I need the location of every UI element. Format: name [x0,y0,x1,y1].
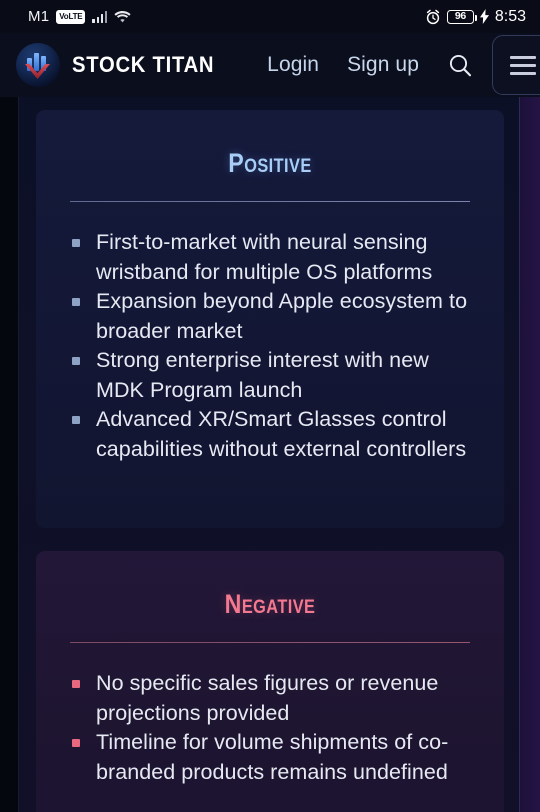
battery-level-label: 96 [454,10,466,23]
volte-badge: VoLTE [56,9,86,24]
alarm-clock-icon [425,9,441,25]
status-bar: M1 VoLTE 96 8:53 [0,0,540,33]
search-icon[interactable] [433,52,486,79]
battery-indicator: 96 [446,9,477,24]
brand-logo-link[interactable]: STOCK TITAN [16,43,227,87]
status-bar-right: 96 8:53 [425,8,526,26]
header-nav: Login Sign up [253,35,540,95]
positive-card: Positive First-to-market with neural sen… [36,110,504,528]
positive-card-divider [70,201,470,202]
list-item: Strong enterprise interest with new MDK … [70,346,478,405]
negative-card-divider [70,642,470,643]
negative-card: Negative No specific sales figures or re… [36,551,504,812]
list-item: Expansion beyond Apple ecosystem to broa… [70,287,478,346]
container-right-edge [519,97,520,812]
signup-link[interactable]: Sign up [333,53,433,77]
clock-label: 8:53 [494,7,526,25]
list-item: Advanced XR/Smart Glasses control capabi… [70,405,478,464]
stock-titan-logo-icon [16,43,60,87]
positive-card-title: Positive [228,148,312,178]
site-header: STOCK TITAN Login Sign up [0,33,540,97]
screen: M1 VoLTE 96 8:53 STOCK TITAN Login Sign … [0,0,540,812]
list-item: First-to-market with neural sensing wris… [70,228,478,287]
signal-bars-icon [92,10,108,23]
positive-bullet-list: First-to-market with neural sensing wris… [70,228,478,464]
hamburger-menu-icon[interactable] [492,35,540,95]
container-left-edge [18,97,19,812]
status-bar-left: M1 VoLTE [28,8,131,25]
negative-card-title: Negative [224,589,316,619]
login-link[interactable]: Login [253,53,333,77]
carrier-label: M1 [28,8,50,25]
list-item: No specific sales figures or revenue pro… [70,669,478,728]
list-item: Timeline for volume shipments of co-bran… [70,728,478,787]
wifi-icon [114,10,131,23]
brand-name: STOCK TITAN [72,52,215,77]
charging-bolt-icon [479,9,489,24]
negative-bullet-list: No specific sales figures or revenue pro… [70,669,478,787]
